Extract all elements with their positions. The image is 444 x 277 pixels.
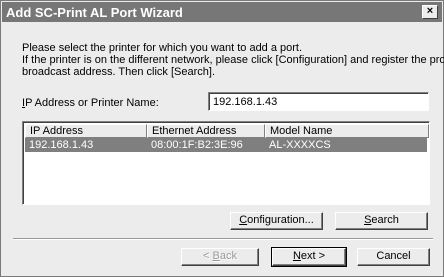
next-button[interactable]: Next > — [271, 247, 347, 267]
column-header-model-name[interactable]: Model Name — [265, 124, 429, 138]
search-button[interactable]: Search — [335, 212, 428, 230]
printer-list-header: IP Address Ethernet Address Model Name — [25, 124, 429, 138]
instruction-line-1: Please select the printer for which you … — [22, 42, 303, 54]
close-button[interactable]: × — [422, 5, 438, 19]
search-label: earch — [371, 214, 399, 226]
ip-address-label: IP Address or Printer Name: — [22, 97, 159, 109]
wizard-dialog: Add SC-Print AL Port Wizard × Please sel… — [0, 0, 444, 277]
back-mnemonic: B — [212, 250, 220, 262]
back-label: ack — [219, 250, 237, 262]
column-header-ip-address[interactable]: IP Address — [25, 124, 147, 138]
printer-row[interactable]: 192.168.1.43 08:00:1F:B2:3E:96 AL-XXXXCS — [25, 138, 427, 152]
back-button[interactable]: < Back — [181, 248, 259, 266]
cancel-button[interactable]: Cancel — [357, 248, 430, 266]
printer-ip-cell: 192.168.1.43 — [29, 139, 94, 151]
configuration-mnemonic: C — [239, 214, 248, 226]
title-bar[interactable]: Add SC-Print AL Port Wizard × — [2, 2, 442, 22]
footer-separator — [13, 238, 433, 240]
next-label: ext > — [300, 250, 326, 262]
configuration-label: onfiguration... — [247, 214, 314, 226]
configuration-button[interactable]: Configuration... — [230, 212, 323, 230]
close-icon: × — [426, 5, 434, 17]
back-prefix: < — [203, 250, 213, 262]
dialog-title: Add SC-Print AL Port Wizard — [6, 5, 183, 20]
printer-model-cell: AL-XXXXCS — [269, 139, 331, 151]
printer-ethernet-cell: 08:00:1F:B2:3E:96 — [151, 139, 243, 151]
instruction-line-3: broadcast address. Then click [Search]. — [22, 66, 216, 78]
ip-address-input[interactable] — [208, 92, 429, 111]
instruction-line-2: If the printer is on the different netwo… — [22, 54, 444, 66]
next-mnemonic: N — [292, 250, 301, 262]
ip-label-text: P Address or Printer Name: — [25, 97, 159, 109]
column-header-ethernet-address[interactable]: Ethernet Address — [147, 124, 265, 138]
printer-list[interactable]: IP Address Ethernet Address Model Name 1… — [22, 121, 430, 205]
